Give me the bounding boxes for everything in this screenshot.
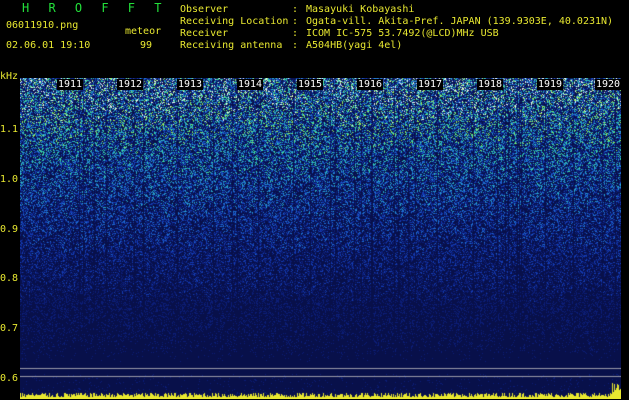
spectrogram <box>20 78 621 399</box>
minute-label-1912: 1912 <box>117 79 144 90</box>
observer-separator: : <box>292 4 299 15</box>
y-tick-0-7: 0.7 <box>0 323 19 334</box>
minute-label-1913: 1913 <box>177 79 204 90</box>
meteor-count: 99 <box>140 40 153 51</box>
minute-label-1916: 1916 <box>357 79 384 90</box>
antenna-value: A504HB(yagi 4el) <box>306 40 403 51</box>
spectrogram-canvas <box>20 78 621 399</box>
location-value: Ogata-vill. Akita-Pref. JAPAN (139.9303E… <box>306 16 614 27</box>
minute-label-1918: 1918 <box>477 79 504 90</box>
minute-label-1919: 1919 <box>537 79 564 90</box>
date-time: 02.06.01 19:10 <box>6 40 91 51</box>
minute-label-1920: 1920 <box>595 79 622 90</box>
y-tick-0-9: 0.9 <box>0 224 19 235</box>
minute-label-1915: 1915 <box>297 79 324 90</box>
antenna-separator: : <box>292 40 299 51</box>
meteor-label: meteor <box>125 26 162 37</box>
minute-label-1911: 1911 <box>57 79 84 90</box>
y-tick-0-6: 0.6 <box>0 373 19 384</box>
receiver-label: Receiver <box>180 28 229 39</box>
minute-label-1914: 1914 <box>237 79 264 90</box>
observer-label: Observer <box>180 4 229 15</box>
y-tick-0-8: 0.8 <box>0 273 19 284</box>
antenna-label: Receiving antenna <box>180 40 283 51</box>
file-name: 06011910.png <box>6 20 79 31</box>
y-tick-1-0: 1.0 <box>0 174 19 185</box>
location-separator: : <box>292 16 299 27</box>
receiver-value: ICOM IC-575 53.7492(@LCD)MHz USB <box>306 28 499 39</box>
app-brand: H R O F F T <box>22 1 168 15</box>
minute-label-1917: 1917 <box>417 79 444 90</box>
receiver-separator: : <box>292 28 299 39</box>
y-tick-1-1: 1.1 <box>0 124 19 135</box>
frequency-unit-label: kHz <box>0 71 19 82</box>
observer-value: Masayuki Kobayashi <box>306 4 415 15</box>
location-label: Receiving Location <box>180 16 289 27</box>
